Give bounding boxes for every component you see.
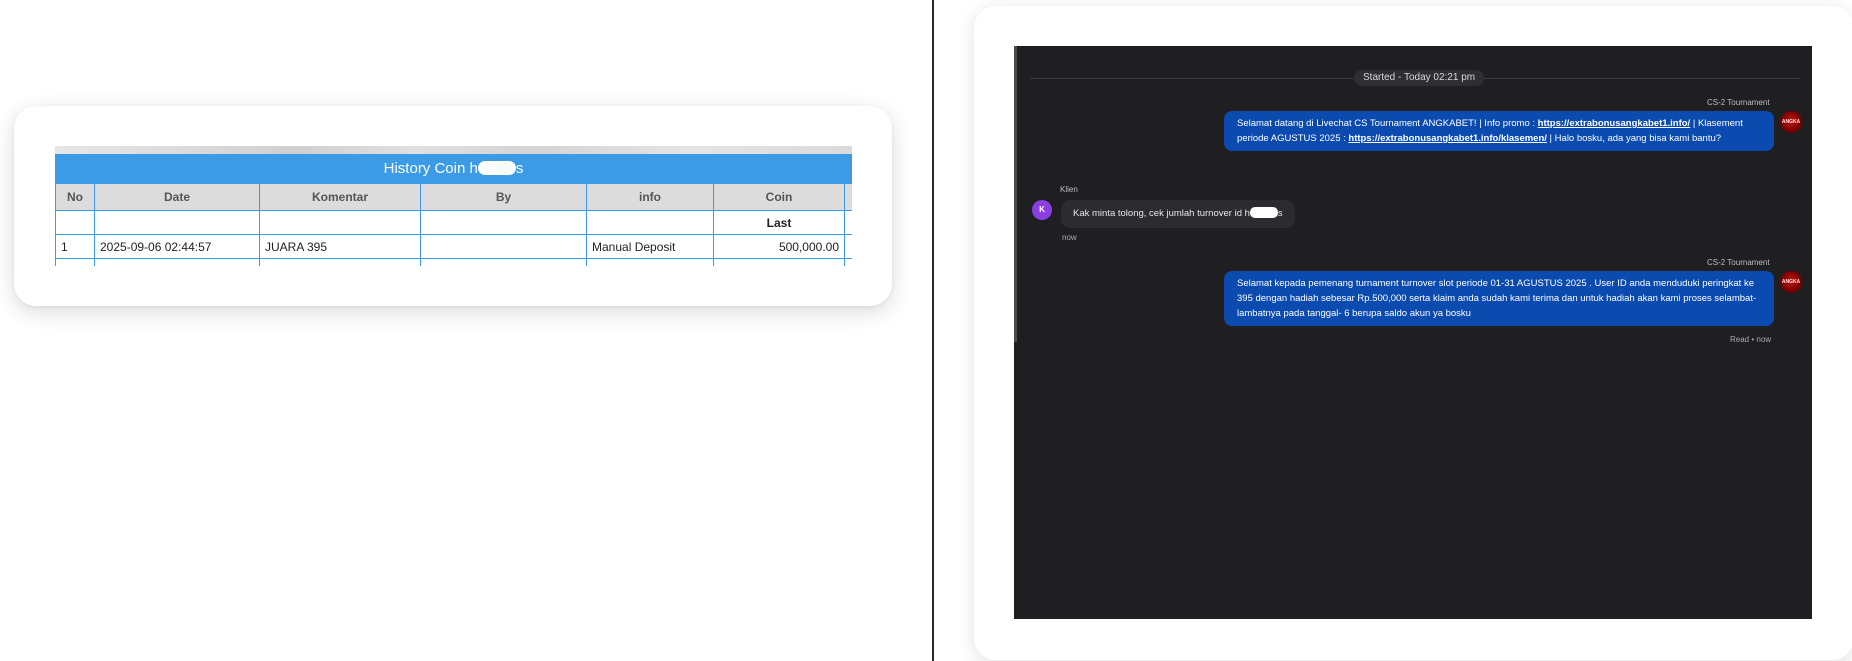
table-cell xyxy=(713,258,845,266)
redaction-mark xyxy=(1249,206,1278,218)
message-sender-client: Klien xyxy=(1060,185,1078,194)
redaction-mark xyxy=(477,161,516,176)
promo-link[interactable]: https://extrabonusangkabet1.info/ xyxy=(1538,118,1691,129)
last-label: Last xyxy=(713,210,845,235)
klasemen-link[interactable]: https://extrabonusangkabet1.info/klaseme… xyxy=(1348,133,1547,144)
client-message-text: Kak minta tolong, cek jumlah turnover id… xyxy=(1073,208,1250,219)
window-divider xyxy=(932,0,934,661)
row-coin: 500,000.00 xyxy=(713,234,845,259)
column-header-coin[interactable]: Coin xyxy=(713,183,845,211)
history-coin-table-container: History Coin h s No Date Komentar By info… xyxy=(55,146,852,266)
table-cell xyxy=(586,258,714,266)
client-message-time: now xyxy=(1062,233,1077,242)
column-header-no[interactable]: No xyxy=(55,183,95,211)
client-message-bubble: Kak minta tolong, cek jumlah turnover id… xyxy=(1061,200,1295,228)
row-komentar: JUARA 395 xyxy=(259,234,421,259)
row-date: 2025-09-06 02:44:57 xyxy=(94,234,260,259)
table-row: 1 2025-09-06 02:44:57 JUARA 395 Manual D… xyxy=(55,234,852,259)
table-cell xyxy=(259,258,421,266)
agent-message-text: Selamat kepada pemenang turnament turnov… xyxy=(1237,278,1757,319)
table-row-partial xyxy=(55,258,852,266)
angkabet-logo-icon: ANGKA xyxy=(1780,271,1802,293)
table-cell xyxy=(844,258,852,266)
table-cell xyxy=(844,210,852,235)
column-header-overflow xyxy=(844,183,852,211)
table-cell xyxy=(259,210,421,235)
table-header-row: No Date Komentar By info Coin xyxy=(55,183,852,211)
angkabet-logo-icon: ANGKA xyxy=(1780,111,1802,133)
table-cell xyxy=(55,258,95,266)
agent-message-text: Selamat datang di Livechat CS Tournament… xyxy=(1237,118,1538,129)
chat-started-label: Started - Today 02:21 pm xyxy=(1354,70,1485,86)
history-coin-title: History Coin h s xyxy=(55,154,852,183)
read-status: Read • now xyxy=(1730,335,1772,344)
table-row-last: Last xyxy=(55,210,852,235)
agent-message-bubble: Selamat kepada pemenang turnament turnov… xyxy=(1224,271,1774,326)
history-title-prefix: History Coin h xyxy=(383,160,478,177)
agent-message-text: | Halo bosku, ada yang bisa kami bantu? xyxy=(1546,133,1722,144)
history-coin-table: No Date Komentar By info Coin Last 1 202… xyxy=(55,183,852,266)
client-avatar-icon: K xyxy=(1032,200,1052,220)
row-info: Manual Deposit xyxy=(586,234,714,259)
column-header-by[interactable]: By xyxy=(420,183,587,211)
row-no: 1 xyxy=(55,234,95,259)
message-sender-agent: CS-2 Tournament xyxy=(1707,258,1770,267)
background-map-strip xyxy=(55,146,852,154)
column-header-date[interactable]: Date xyxy=(94,183,260,211)
message-sender-agent: CS-2 Tournament xyxy=(1707,98,1770,107)
chat-scrollbar[interactable] xyxy=(1014,46,1017,342)
client-message-text-suffix: s xyxy=(1277,208,1283,219)
table-cell xyxy=(55,210,95,235)
table-cell xyxy=(420,258,587,266)
table-cell xyxy=(94,258,260,266)
chat-window[interactable]: Started - Today 02:21 pm CS-2 Tournament… xyxy=(1014,46,1812,619)
row-by xyxy=(420,234,587,259)
column-header-komentar[interactable]: Komentar xyxy=(259,183,421,211)
table-cell xyxy=(586,210,714,235)
column-header-info[interactable]: info xyxy=(586,183,714,211)
table-cell xyxy=(844,234,852,259)
history-coin-card: History Coin h s No Date Komentar By info… xyxy=(14,106,892,306)
table-cell xyxy=(94,210,260,235)
table-cell xyxy=(420,210,587,235)
agent-message-bubble: Selamat datang di Livechat CS Tournament… xyxy=(1224,111,1774,151)
history-title-suffix: s xyxy=(515,160,524,177)
